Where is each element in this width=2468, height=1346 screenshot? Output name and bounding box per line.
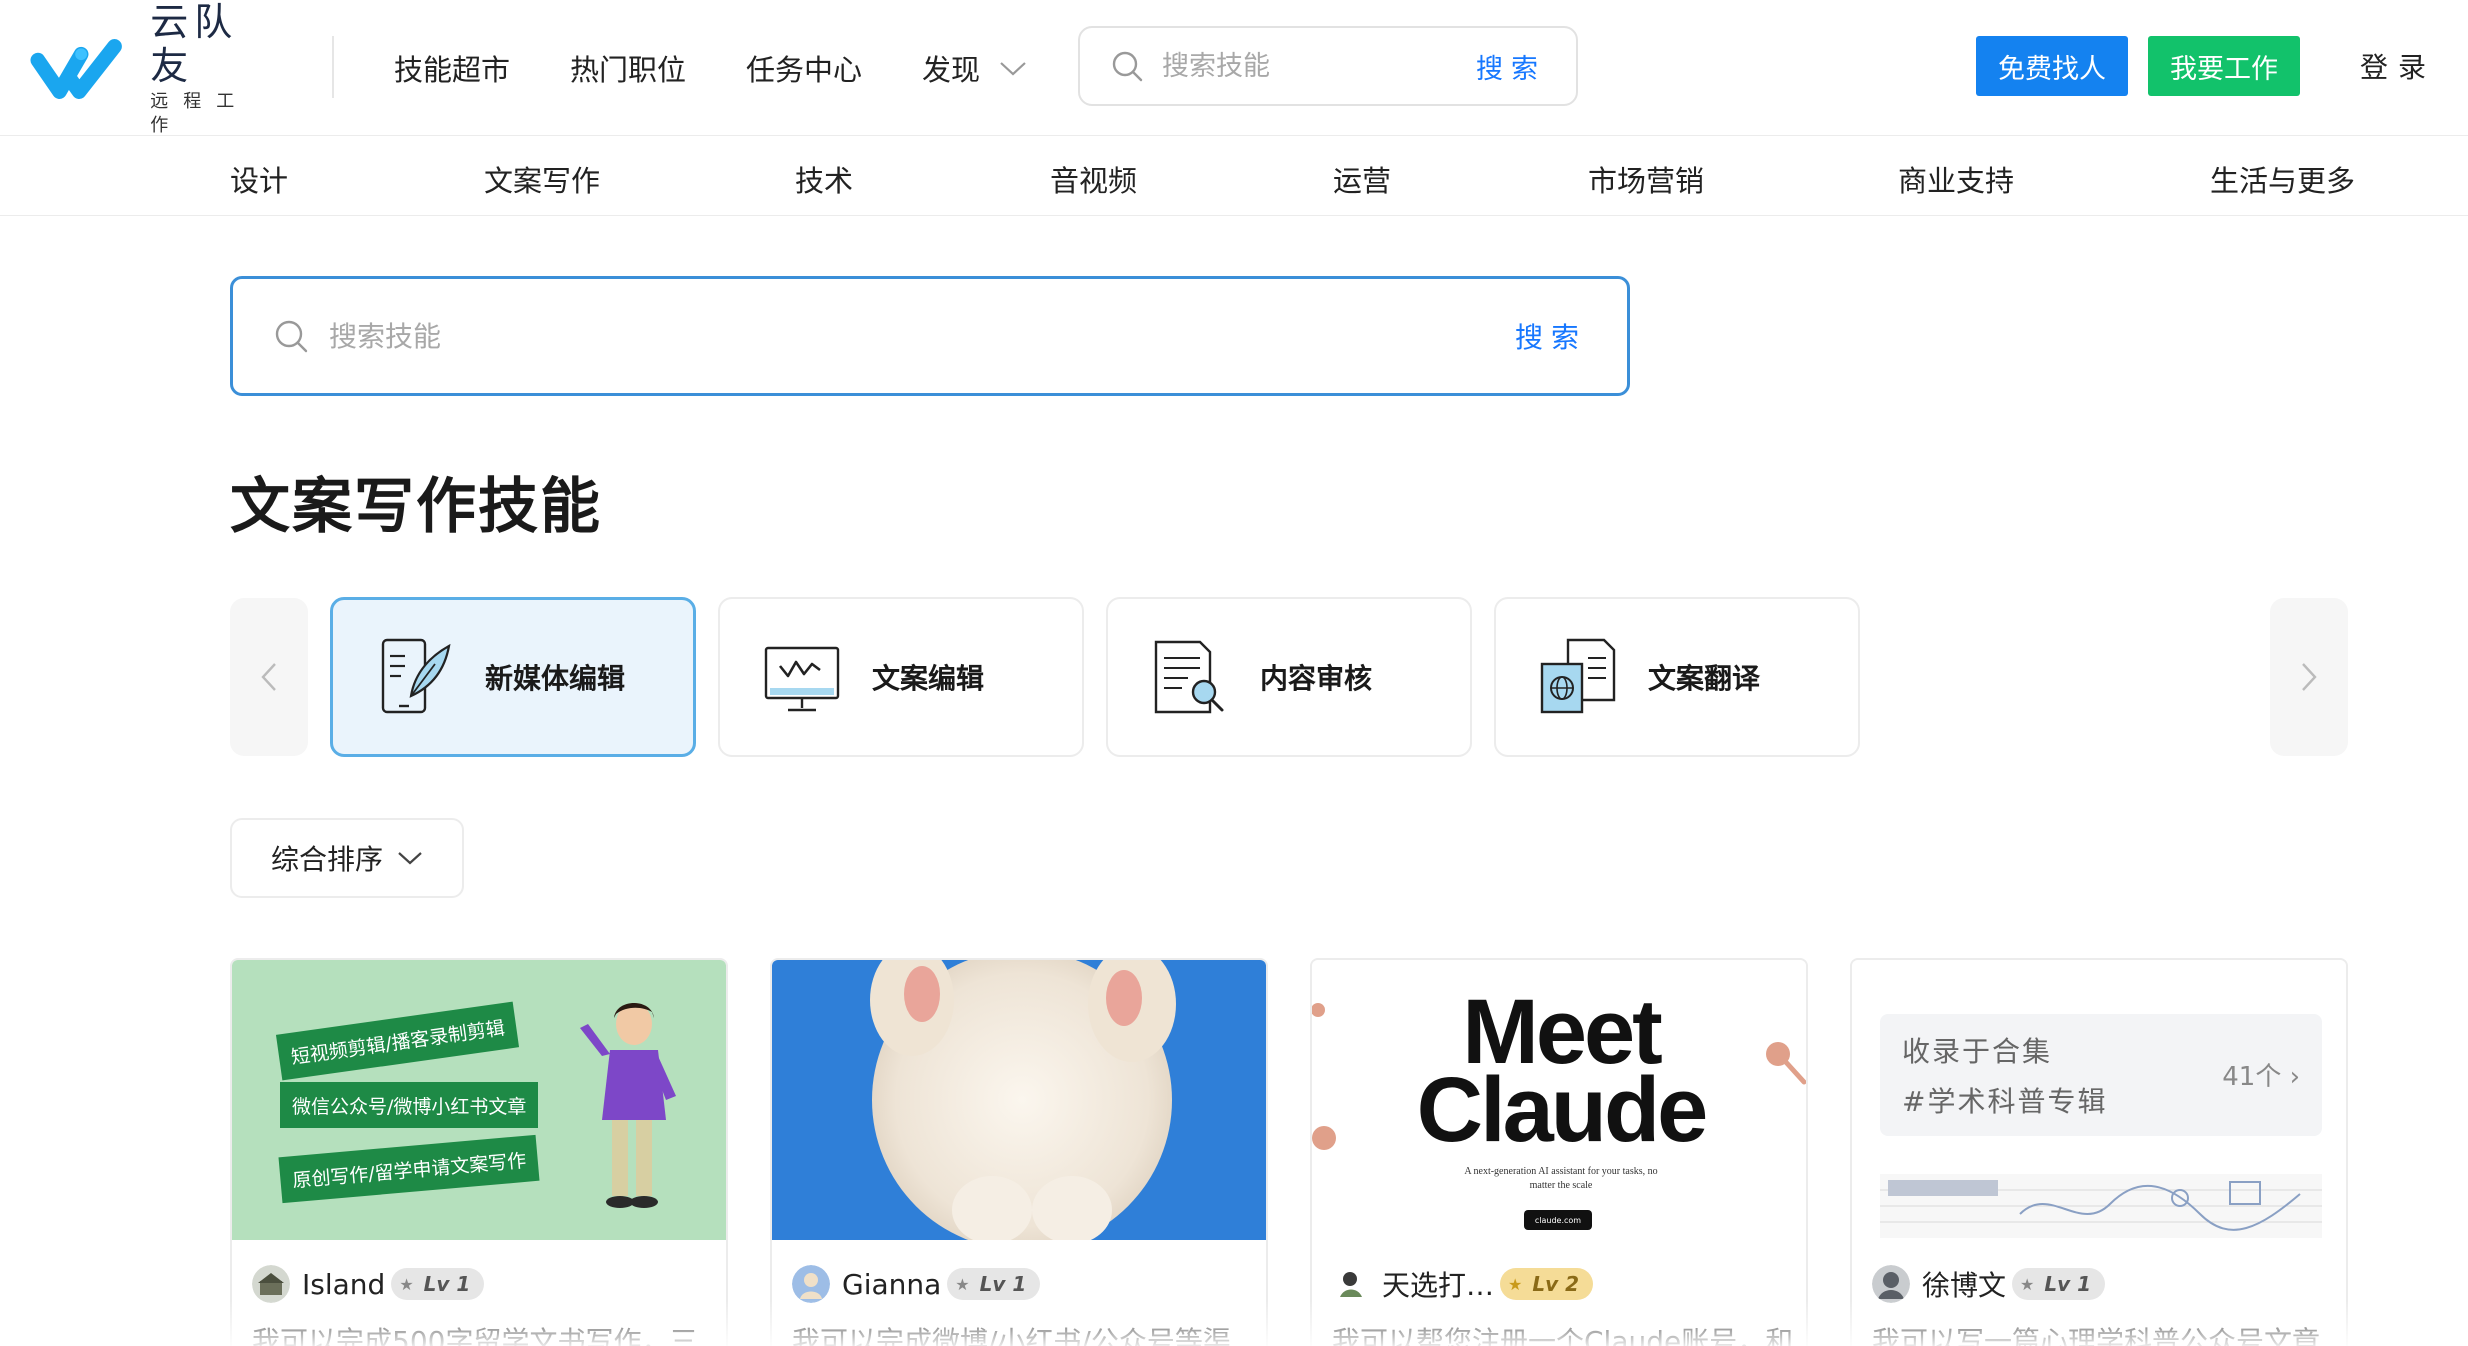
user-name[interactable]: Island	[302, 1268, 385, 1301]
nav-discover-label: 发现	[922, 53, 981, 87]
collection-box: 收录于合集 #学术科普专辑 41个 ›	[1880, 1014, 2322, 1136]
document-search-icon	[1154, 640, 1224, 714]
search-icon	[275, 320, 308, 353]
chevron-right-icon: ›	[2281, 1062, 2300, 1092]
card-description[interactable]: 我可以完成微博/小红书/公众号等渠	[792, 1320, 1231, 1346]
skill-card-new-media-editing[interactable]: 新媒体编辑	[330, 597, 696, 757]
document-globe-icon	[1540, 638, 1616, 714]
category-operations[interactable]: 运营	[1333, 158, 1391, 200]
chevron-right-icon	[2302, 663, 2317, 691]
card-description[interactable]: 我可以帮您注册一个Claude账号，和	[1332, 1320, 1793, 1346]
card-thumbnail: Meet Claude A next-generation AI assista…	[1312, 960, 1806, 1240]
nav-item-task-center[interactable]: 任务中心	[746, 47, 862, 89]
user-name[interactable]: 天选打…	[1382, 1264, 1494, 1304]
star-icon: ★	[1508, 1274, 1523, 1294]
service-card[interactable]: 收录于合集 #学术科普专辑 41个 › 徐博文 ★ Lv 1 我可以写一篇心理学科…	[1850, 958, 2348, 1346]
search-icon	[1112, 51, 1143, 82]
category-tech[interactable]: 技术	[795, 158, 853, 200]
main-search-input[interactable]	[329, 319, 1229, 353]
category-design[interactable]: 设计	[230, 158, 288, 200]
thumbnail-banner: 微信公众号/微博小红书文章	[280, 1082, 539, 1128]
card-description[interactable]: 我可以写一篇心理学科普公众号文章	[1872, 1320, 2320, 1346]
thumbnail-banner: 原创写作/留学申请文案写作	[278, 1134, 540, 1204]
carousel-next-button[interactable]	[2270, 598, 2348, 756]
service-card[interactable]: Meet Claude A next-generation AI assista…	[1310, 958, 1808, 1346]
nav-item-hot-jobs[interactable]: 热门职位	[570, 47, 686, 89]
chevron-down-icon	[398, 852, 422, 865]
nav-item-skill-market[interactable]: 技能超市	[394, 47, 510, 89]
category-marketing[interactable]: 市场营销	[1588, 158, 1704, 200]
chevron-down-icon	[1000, 62, 1026, 76]
star-icon: ★	[2020, 1274, 2035, 1294]
card-description[interactable]: 我可以完成500字留学文书写作，三	[252, 1320, 697, 1346]
find-work-button[interactable]: 我要工作	[2148, 36, 2300, 96]
user-name[interactable]: Gianna	[842, 1268, 941, 1301]
category-audio-video[interactable]: 音视频	[1050, 158, 1137, 200]
service-card[interactable]: Gianna ★ Lv 1 我可以完成微博/小红书/公众号等渠	[770, 958, 1268, 1346]
level-badge: ★ Lv 1	[947, 1268, 1041, 1300]
carousel-prev-button[interactable]	[230, 598, 308, 756]
tablet-pen-icon	[381, 638, 451, 714]
nav-item-discover[interactable]: 发现	[922, 47, 1028, 89]
user-avatar[interactable]	[792, 1265, 830, 1303]
level-badge: ★ Lv 1	[2012, 1268, 2106, 1300]
find-talent-button[interactable]: 免费找人	[1976, 36, 2128, 96]
sort-dropdown[interactable]: 综合排序	[230, 818, 464, 898]
level-badge: ★ Lv 1	[391, 1268, 485, 1300]
sort-label: 综合排序	[270, 843, 383, 876]
skill-card-copy-editing[interactable]: 文案编辑	[718, 597, 1084, 757]
main-nav: 技能超市 热门职位 任务中心 发现	[394, 0, 1088, 136]
logo-name: 云队友	[150, 0, 239, 88]
category-life-more[interactable]: 生活与更多	[2210, 158, 2355, 200]
main-search: 搜索	[230, 276, 1630, 396]
skill-card-content-review[interactable]: 内容审核	[1106, 597, 1472, 757]
character-illustration	[580, 1003, 676, 1208]
service-card[interactable]: 短视频剪辑/播客录制剪辑 微信公众号/微博小红书文章 原创写作/留学申请文案写作…	[230, 958, 728, 1346]
logo[interactable]: 云队友 远程工作	[30, 0, 280, 136]
card-thumbnail: 收录于合集 #学术科普专辑 41个 ›	[1852, 960, 2346, 1240]
logo-mark-icon	[30, 39, 122, 99]
top-header: 云队友 远程工作 技能超市 热门职位 任务中心 发现 搜索 免费找人 我要工作 …	[0, 0, 2468, 136]
star-icon: ★	[399, 1274, 414, 1294]
header-search: 搜索	[1078, 26, 1578, 106]
page-title: 文案写作技能	[230, 472, 602, 542]
skill-label: 内容审核	[1260, 662, 1373, 695]
login-link[interactable]: 登录	[2360, 46, 2436, 86]
level-badge: ★ Lv 2	[1500, 1268, 1594, 1300]
skill-label: 新媒体编辑	[485, 662, 626, 695]
decorative-shapes	[1312, 1003, 1806, 1150]
skill-card-copy-translation[interactable]: 文案翻译	[1494, 597, 1860, 757]
user-avatar[interactable]	[1872, 1265, 1910, 1303]
star-icon: ★	[955, 1274, 970, 1294]
header-search-input[interactable]	[1162, 50, 1432, 82]
skill-label: 文案翻译	[1648, 662, 1761, 695]
category-copywriting[interactable]: 文案写作	[484, 158, 600, 200]
collection-count: 41个 ›	[2222, 1062, 2300, 1092]
logo-subtitle: 远程工作	[150, 91, 250, 136]
header-search-button[interactable]: 搜索	[1476, 47, 1546, 86]
card-thumbnail	[772, 960, 1266, 1240]
category-business-support[interactable]: 商业支持	[1898, 158, 2014, 200]
category-bar: 设计 文案写作 技术 音视频 运营 市场营销 商业支持 生活与更多	[0, 136, 2468, 216]
chevron-left-icon	[261, 663, 276, 691]
thumbnail-banner: 短视频剪辑/播客录制剪辑	[275, 1001, 520, 1081]
user-avatar[interactable]	[252, 1265, 290, 1303]
user-avatar[interactable]	[1332, 1265, 1370, 1303]
user-name[interactable]: 徐博文	[1922, 1264, 2006, 1304]
skill-label: 文案编辑	[872, 662, 985, 695]
fluffy-pet-photo	[870, 960, 1176, 1240]
monitor-edit-icon	[764, 646, 840, 712]
main-search-button[interactable]: 搜索	[1515, 316, 1587, 356]
logo-divider	[332, 36, 334, 98]
doodle-strip	[1880, 1174, 2322, 1238]
card-thumbnail: 短视频剪辑/播客录制剪辑 微信公众号/微博小红书文章 原创写作/留学申请文案写作	[232, 960, 726, 1240]
